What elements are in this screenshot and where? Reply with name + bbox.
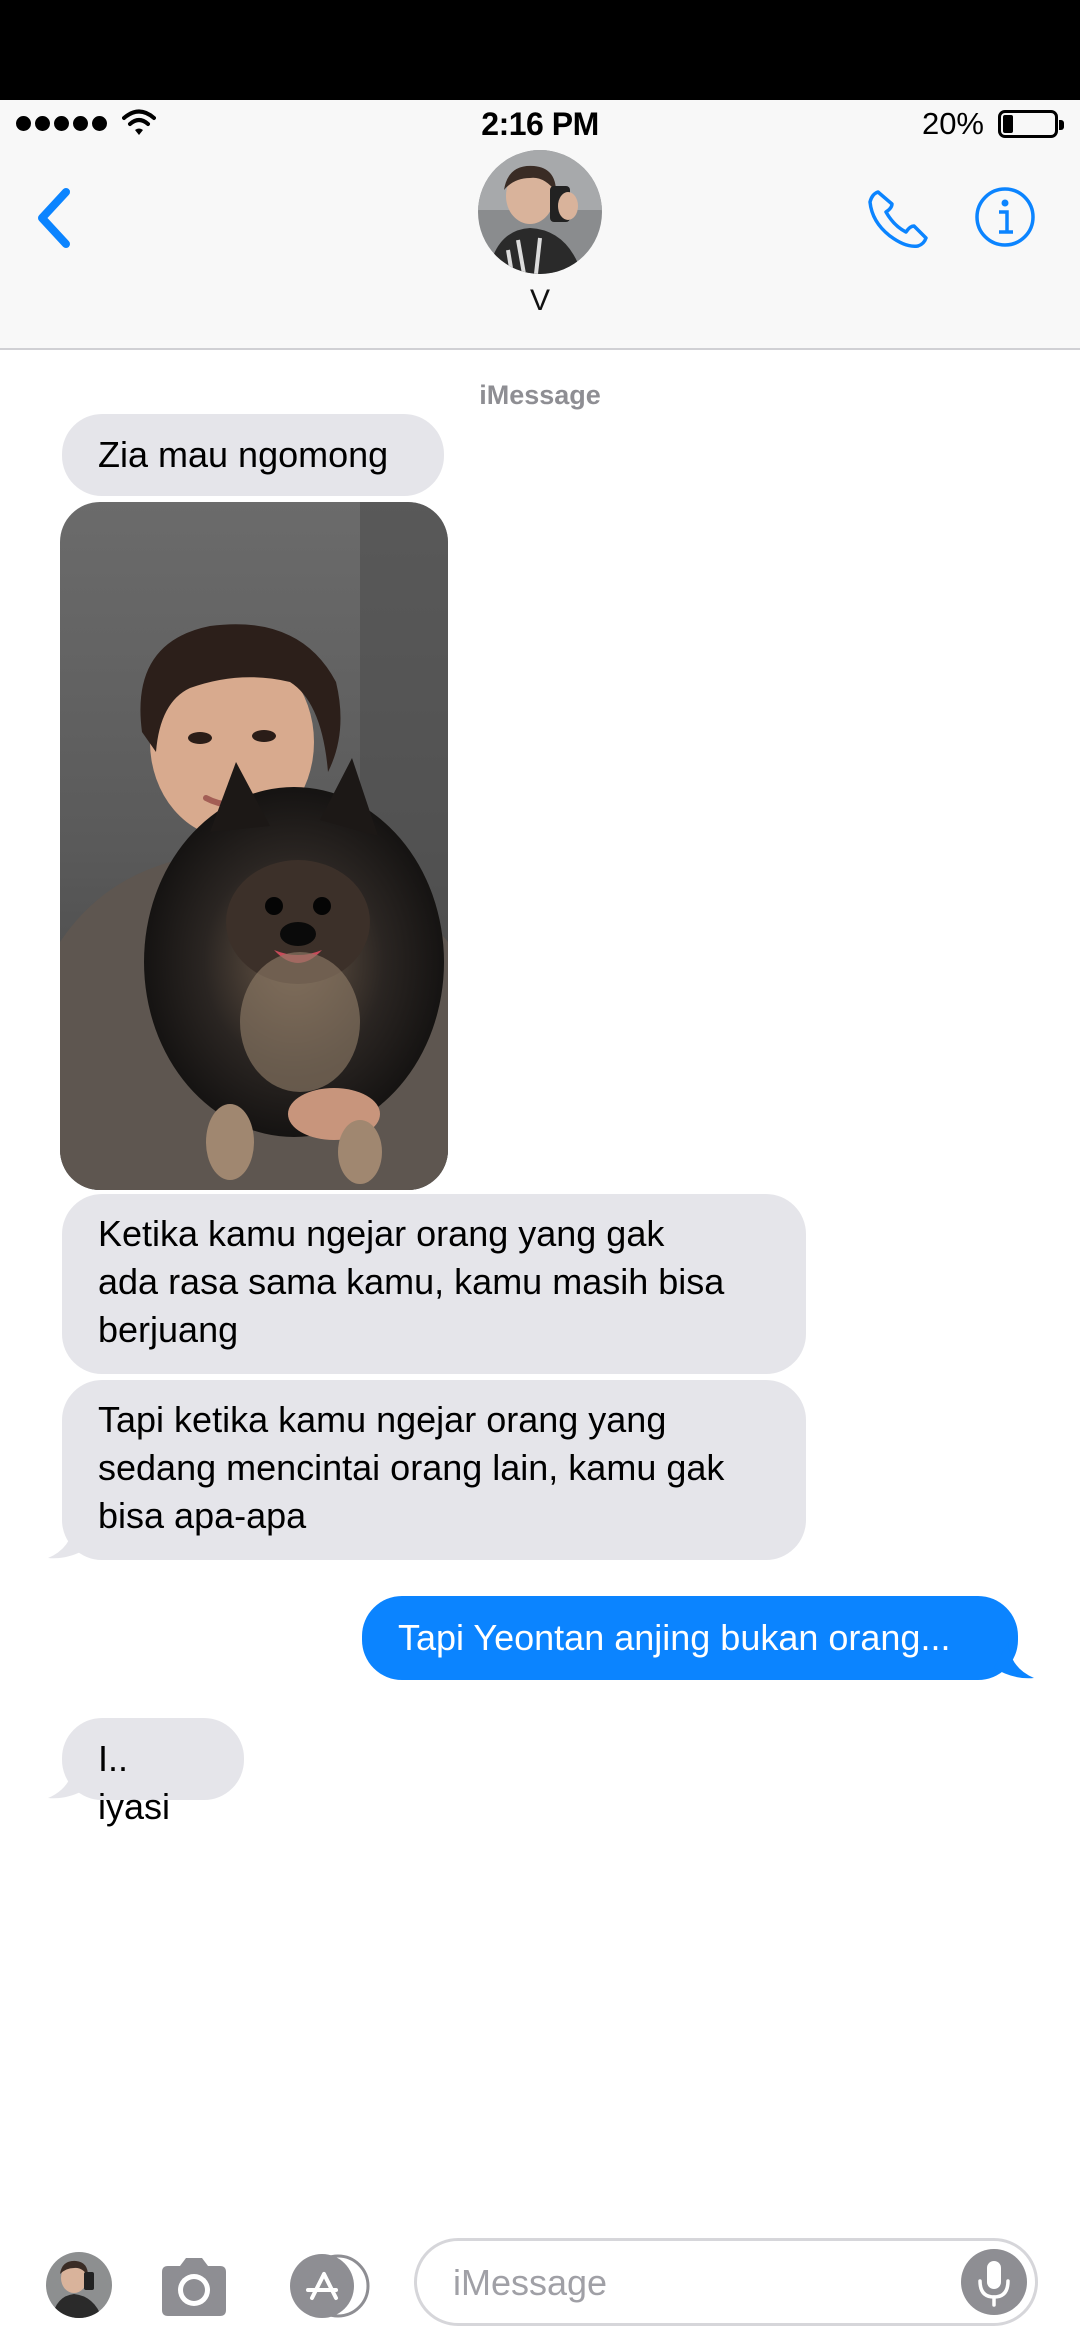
message-text-line: bisa apa-apa bbox=[98, 1495, 307, 1536]
status-time: 2:16 PM bbox=[481, 106, 599, 142]
status-bar: 2:16 PM 20% bbox=[0, 100, 1080, 150]
message-text-line: sedang mencintai orang lain, kamu gak bbox=[98, 1447, 725, 1488]
message-bubble-incoming[interactable]: Tapi ketika kamu ngejar orang yang sedan… bbox=[62, 1380, 806, 1560]
info-icon[interactable] bbox=[974, 186, 1036, 248]
contact-avatar[interactable] bbox=[478, 150, 602, 274]
app-store-icon[interactable] bbox=[282, 2254, 374, 2318]
message-bubble-incoming[interactable]: Ketika kamu ngejar orang yang gak ada ra… bbox=[62, 1194, 806, 1374]
service-label: iMessage bbox=[479, 380, 601, 410]
message-text-line: Tapi ketika kamu ngejar orang yang bbox=[98, 1399, 667, 1440]
battery-icon bbox=[998, 110, 1064, 138]
bubble-tail bbox=[48, 1522, 88, 1559]
message-text-line: Ketika kamu ngejar orang yang gak bbox=[98, 1213, 665, 1254]
conversation-header: V bbox=[0, 150, 1080, 350]
message-photo[interactable] bbox=[60, 502, 448, 1190]
back-chevron-icon[interactable] bbox=[26, 178, 86, 258]
message-bubble-outgoing[interactable]: Tapi Yeontan anjing bukan orang... bbox=[362, 1596, 1018, 1680]
message-bubble-incoming[interactable]: I.. iyasi bbox=[62, 1718, 244, 1827]
battery-percent: 20% bbox=[921, 106, 984, 141]
message-text: Tapi Yeontan anjing bukan orang... bbox=[398, 1617, 951, 1658]
camera-icon[interactable] bbox=[156, 2256, 232, 2318]
phone-icon[interactable] bbox=[864, 186, 930, 252]
microphone-icon[interactable] bbox=[961, 2249, 1027, 2315]
message-field-container bbox=[414, 2238, 1038, 2326]
contact-name[interactable]: V bbox=[0, 284, 1080, 318]
bubble-tail bbox=[994, 1642, 1034, 1679]
message-input-bar bbox=[0, 2220, 1080, 2340]
bubble-tail bbox=[48, 1762, 88, 1799]
message-input[interactable] bbox=[453, 2255, 933, 2311]
message-text: Zia mau ngomong bbox=[98, 434, 389, 475]
message-bubble-incoming[interactable]: Zia mau ngomong bbox=[62, 414, 444, 496]
memoji-avatar-button[interactable] bbox=[46, 2252, 112, 2318]
message-text-line: ada rasa sama kamu, kamu masih bisa bbox=[98, 1261, 725, 1302]
message-text: I.. iyasi bbox=[98, 1738, 171, 1827]
message-text-line: berjuang bbox=[98, 1309, 239, 1350]
top-black-bar bbox=[0, 0, 1080, 100]
